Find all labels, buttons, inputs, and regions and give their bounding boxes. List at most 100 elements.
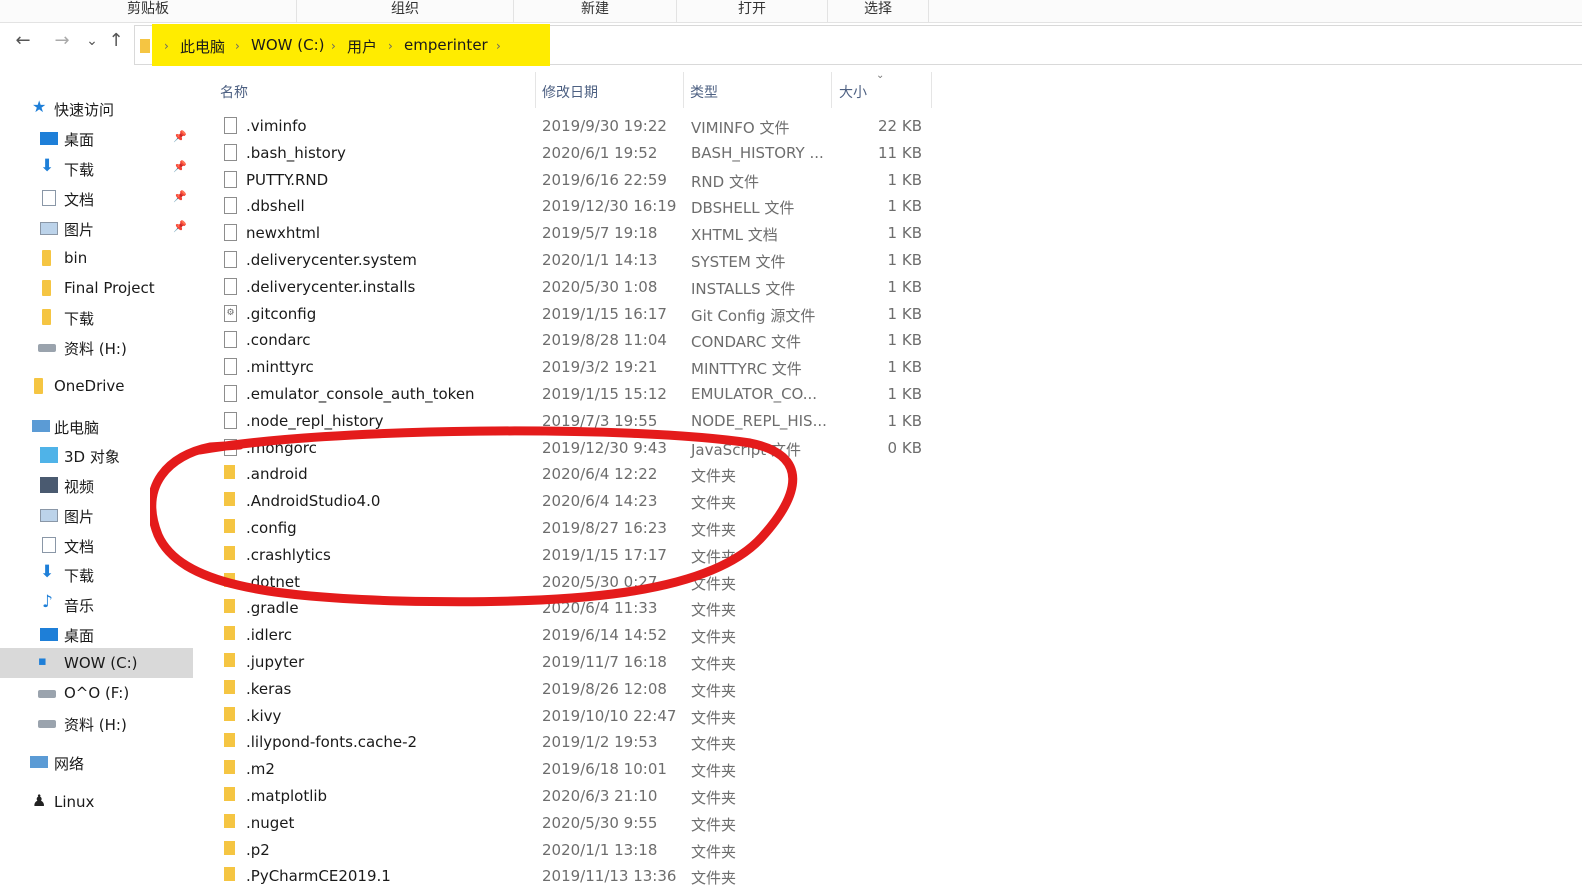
folder-row[interactable]: .keras 2019/8/26 12:08 文件夹: [198, 676, 938, 703]
folder-row[interactable]: .AndroidStudio4.0 2020/6/4 14:23 文件夹: [198, 488, 938, 515]
nav-drive-h[interactable]: 资料 (H:): [0, 708, 193, 738]
file-type: RND 文件: [691, 172, 759, 191]
folder-row[interactable]: .matplotlib 2020/6/3 21:10 文件夹: [198, 783, 938, 810]
file-row[interactable]: .bash_history 2020/6/1 19:52 BASH_HISTORY …: [198, 140, 938, 167]
recent-locations-chevron-icon[interactable]: ⌄: [80, 33, 104, 49]
nav-this-pc[interactable]: 此电脑: [0, 411, 193, 441]
breadcrumb-chevron-icon[interactable]: ›: [388, 39, 393, 53]
nav-videos[interactable]: 视频: [0, 470, 193, 500]
folder-row[interactable]: .jupyter 2019/11/7 16:18 文件夹: [198, 649, 938, 676]
file-row[interactable]: PUTTY.RND 2019/6/16 22:59 RND 文件 1 KB: [198, 167, 938, 194]
file-icon: [224, 277, 237, 295]
folder-row[interactable]: .idlerc 2019/6/14 14:52 文件夹: [198, 622, 938, 649]
nav-quick-access[interactable]: ★ 快速访问: [0, 93, 193, 123]
nav-network[interactable]: 网络: [0, 747, 193, 777]
file-type: CONDARC 文件: [691, 333, 801, 352]
folder-icon: [224, 867, 235, 882]
breadcrumb-emperinter[interactable]: emperinter: [404, 36, 488, 54]
breadcrumb-chevron-icon[interactable]: ›: [496, 39, 501, 53]
folder-icon: [224, 653, 235, 667]
ribbon-group-organize[interactable]: 组织: [297, 0, 514, 22]
ribbon-group-clipboard[interactable]: 剪贴板: [0, 0, 297, 22]
nav-final-project[interactable]: Final Project: [0, 273, 193, 303]
nav-linux[interactable]: ♟ Linux: [0, 787, 193, 817]
breadcrumb-this-pc[interactable]: 此电脑: [180, 36, 225, 57]
file-row[interactable]: .node_repl_history 2019/7/3 19:55 NODE_REP…: [198, 408, 938, 435]
nav-onedrive[interactable]: OneDrive: [0, 371, 193, 401]
file-row[interactable]: .viminfo 2019/9/30 19:22 VIMINFO 文件 22 KB: [198, 113, 938, 140]
file-date: 2019/10/10 22:47: [542, 706, 677, 725]
penguin-icon: ♟: [32, 791, 47, 810]
column-divider[interactable]: [535, 72, 536, 108]
folder-row[interactable]: .gradle 2020/6/4 11:33 文件夹: [198, 595, 938, 622]
folder-row[interactable]: .crashlytics 2019/1/15 17:17 文件夹: [198, 542, 938, 569]
ribbon-group-select[interactable]: 选择: [828, 0, 929, 22]
column-divider[interactable]: [931, 72, 932, 108]
nav-3d-objects[interactable]: 3D 对象: [0, 440, 193, 470]
nav-downloads-folder[interactable]: 下载: [0, 302, 193, 332]
folder-row[interactable]: .dotnet 2020/5/30 0:27 文件夹: [198, 569, 938, 596]
download-icon: ⬇: [40, 562, 55, 582]
nav-drive-f[interactable]: O^O (F:): [0, 678, 193, 708]
pin-icon[interactable]: 📌: [173, 130, 187, 143]
folder-row[interactable]: .kivy 2019/10/10 22:47 文件夹: [198, 703, 938, 730]
file-size: 11 KB: [878, 143, 922, 162]
file-type: 文件夹: [691, 521, 737, 539]
folder-row[interactable]: .m2 2019/6/18 10:01 文件夹: [198, 756, 938, 783]
nav-music[interactable]: ♪ 音乐: [0, 589, 193, 619]
folder-row[interactable]: .PyCharmCE2019.1 2019/11/13 13:36 文件夹: [198, 863, 938, 890]
pin-icon[interactable]: 📌: [173, 220, 187, 233]
file-row[interactable]: .deliverycenter.installs 2020/5/30 1:08 IN…: [198, 274, 938, 301]
up-arrow-icon[interactable]: ↑: [104, 30, 128, 51]
nav-pictures-pc[interactable]: 图片: [0, 500, 193, 530]
nav-drive-h-quick[interactable]: 资料 (H:): [0, 332, 193, 362]
nav-drive-c[interactable]: ▪ WOW (C:): [0, 648, 193, 678]
file-row[interactable]: .deliverycenter.system 2020/1/1 14:13 SYST…: [198, 247, 938, 274]
file-row[interactable]: ⚙ .gitconfig 2019/1/15 16:17 Git Config 源文件…: [198, 301, 938, 328]
folder-row[interactable]: .config 2019/8/27 16:23 文件夹: [198, 515, 938, 542]
nav-desktop-pc[interactable]: 桌面: [0, 619, 193, 649]
nav-desktop[interactable]: 桌面 📌: [0, 123, 193, 153]
nav-bin[interactable]: bin: [0, 243, 193, 273]
file-name: .deliverycenter.installs: [246, 277, 416, 296]
nav-pictures[interactable]: 图片 📌: [0, 213, 193, 243]
folder-row[interactable]: .android 2020/6/4 12:22 文件夹: [198, 461, 938, 488]
folder-row[interactable]: .nuget 2020/5/30 9:55 文件夹: [198, 810, 938, 837]
ribbon-group-open[interactable]: 打开: [677, 0, 828, 22]
file-row[interactable]: .minttyrc 2019/3/2 19:21 MINTTYRC 文件 1 KB: [198, 354, 938, 381]
column-date[interactable]: 修改日期: [542, 82, 598, 102]
breadcrumb-chevron-icon[interactable]: ›: [331, 39, 336, 53]
folder-icon: [224, 626, 235, 641]
column-type[interactable]: 类型: [690, 82, 718, 102]
column-size[interactable]: 大小: [839, 82, 867, 102]
forward-arrow-icon[interactable]: →: [50, 30, 74, 51]
pin-icon[interactable]: 📌: [173, 190, 187, 203]
breadcrumb-chevron-icon[interactable]: ›: [164, 39, 169, 53]
file-row[interactable]: newxhtml 2019/5/7 19:18 XHTML 文档 1 KB: [198, 220, 938, 247]
pin-icon[interactable]: 📌: [173, 160, 187, 173]
column-divider[interactable]: [683, 72, 684, 108]
nav-downloads-pc[interactable]: ⬇ 下载: [0, 559, 193, 589]
file-row[interactable]: .emulator_console_auth_token 2019/1/15 15…: [198, 381, 938, 408]
column-name[interactable]: 名称: [220, 82, 248, 102]
nav-downloads[interactable]: ⬇ 下载 📌: [0, 153, 193, 183]
breadcrumb-users[interactable]: 用户: [347, 36, 377, 57]
file-name: .m2: [246, 760, 275, 779]
nav-documents[interactable]: 文档 📌: [0, 183, 193, 213]
file-date: 2019/5/7 19:18: [542, 224, 658, 243]
column-divider[interactable]: [831, 72, 832, 108]
file-name: newxhtml: [246, 224, 321, 243]
file-name: .condarc: [246, 331, 311, 350]
file-icon: [224, 117, 237, 134]
breadcrumb-drive-c[interactable]: WOW (C:): [251, 36, 324, 54]
folder-row[interactable]: .lilypond-fonts.cache-2 2019/1/2 19:53 文件夹: [198, 729, 938, 756]
file-row[interactable]: .dbshell 2019/12/30 16:19 DBSHELL 文件 1 KB: [198, 193, 938, 220]
file-row[interactable]: .condarc 2019/8/28 11:04 CONDARC 文件 1 KB: [198, 327, 938, 354]
breadcrumb-chevron-icon[interactable]: ›: [235, 39, 240, 53]
folder-row[interactable]: .p2 2020/1/1 13:18 文件夹: [198, 837, 938, 864]
file-name: .viminfo: [246, 117, 307, 135]
back-arrow-icon[interactable]: ←: [11, 30, 35, 51]
nav-documents-pc[interactable]: 文档: [0, 530, 193, 560]
file-row[interactable]: .mongorc 2019/12/30 9:43 JavaScript 文件 0 KB: [198, 435, 938, 462]
ribbon-group-new[interactable]: 新建: [514, 0, 677, 22]
